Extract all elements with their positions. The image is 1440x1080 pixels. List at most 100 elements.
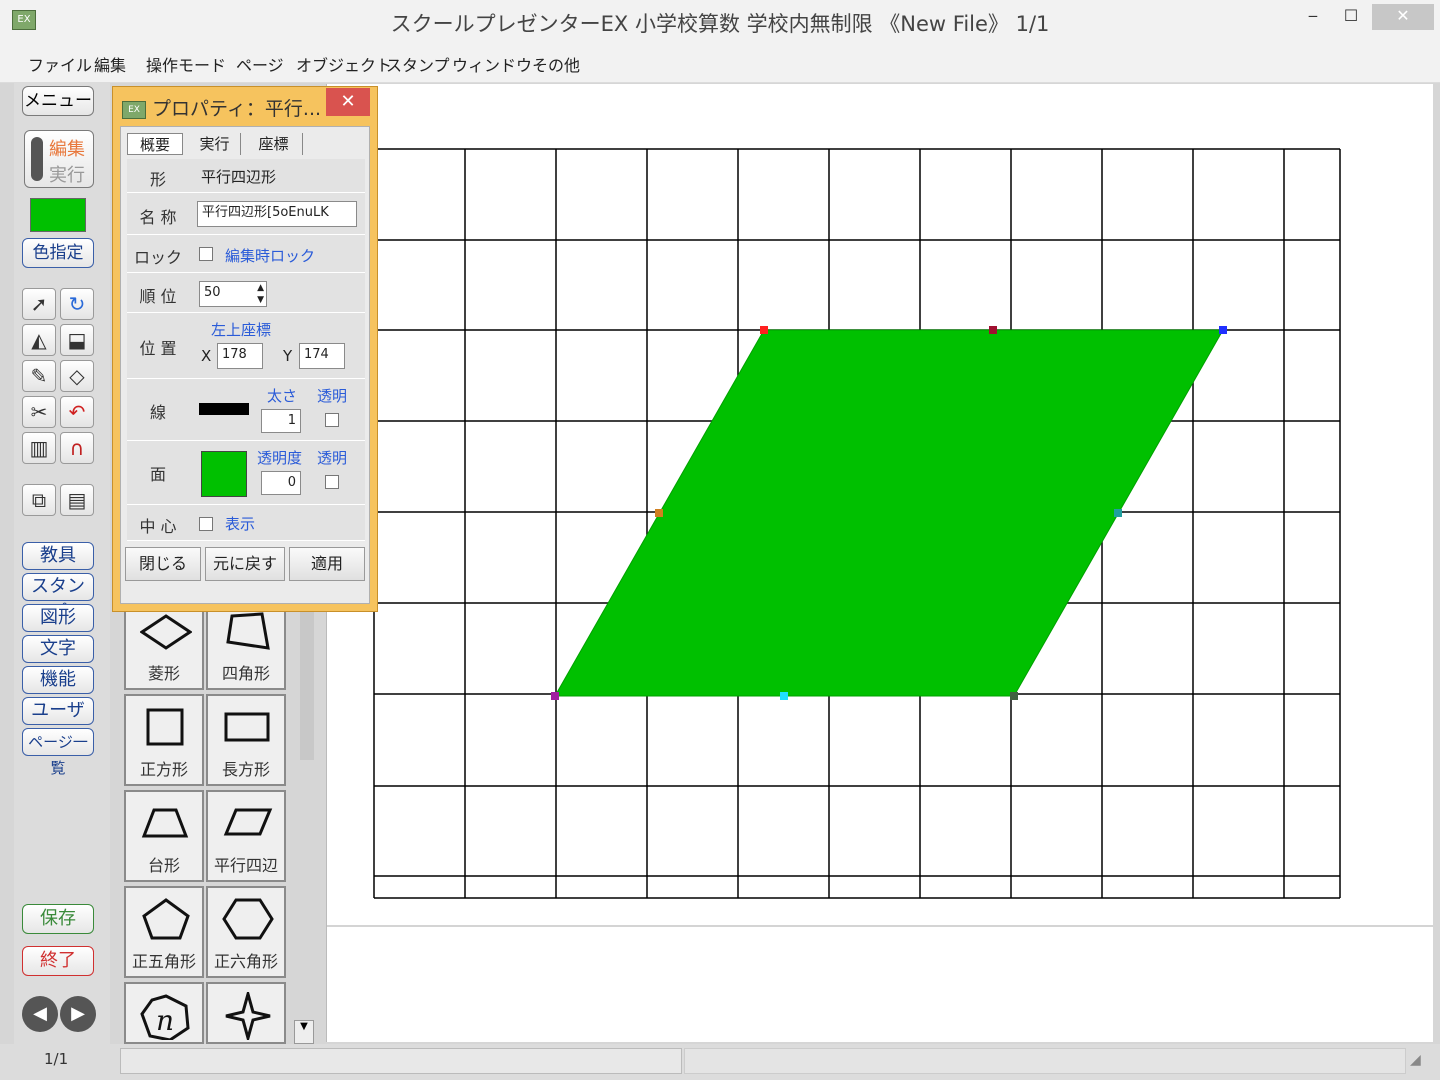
handle-top-mid[interactable]	[989, 326, 997, 334]
svg-text:n: n	[156, 1004, 174, 1037]
dialog-title-text: プロパティ：平行...	[152, 98, 322, 120]
tab-run[interactable]: 実行	[189, 133, 241, 155]
line-label: 線	[149, 403, 166, 422]
minimize-button[interactable]: ‒	[1296, 4, 1330, 30]
quadrilateral-icon	[226, 612, 270, 650]
category-user[interactable]: ユーザー	[22, 697, 94, 747]
category-shapes[interactable]: 図形	[22, 604, 94, 632]
x-input[interactable]: 178	[217, 343, 263, 369]
shape-star[interactable]	[206, 982, 286, 1044]
menu-page[interactable]: ページ	[236, 52, 284, 76]
row-line: 線 太さ 1 透明	[127, 379, 365, 441]
prev-page-icon[interactable]: ◀	[22, 996, 58, 1032]
shape-rectangle[interactable]: 長方形	[206, 694, 286, 786]
apply-button[interactable]: 適用	[289, 547, 365, 581]
layer-icon[interactable]: ⧉	[22, 484, 56, 516]
handle-top-right[interactable]	[1219, 326, 1227, 334]
menu-file[interactable]: ファイル	[28, 52, 92, 76]
tab-coordinates[interactable]: 座標	[245, 133, 303, 155]
shape-parallelogram[interactable]: 平行四辺	[206, 790, 286, 882]
trapezoid-icon	[141, 808, 189, 838]
y-input[interactable]: 174	[299, 343, 345, 369]
line-transparent-checkbox[interactable]	[325, 413, 339, 427]
handle-bottom-mid[interactable]	[780, 692, 788, 700]
category-text[interactable]: 文字	[22, 635, 94, 663]
menu-edit[interactable]: 編集	[94, 52, 126, 76]
menu-object[interactable]: オブジェクト	[296, 52, 392, 76]
rectangle-icon	[224, 712, 270, 742]
star-icon	[225, 992, 271, 1040]
flip-vertical-icon[interactable]: ⬓	[60, 324, 94, 356]
mode-edit-label: 編集	[49, 139, 85, 160]
lock-checkbox[interactable]	[199, 247, 213, 261]
row-name: 名 称 平行四辺形[5oEnuLK	[127, 193, 365, 235]
lock-option-label: 編集時ロック	[225, 247, 316, 265]
maximize-button[interactable]: ☐	[1334, 4, 1368, 30]
handle-left-mid[interactable]	[655, 509, 663, 517]
fill-label: 面	[149, 465, 166, 484]
resize-grip-icon[interactable]: ◢	[1410, 1052, 1421, 1068]
hexagon-icon	[222, 898, 274, 940]
rotate-icon[interactable]: ↻	[60, 288, 94, 320]
tools-icon[interactable]: ✂	[22, 396, 56, 428]
horizontal-scrollbar[interactable]	[120, 1048, 682, 1074]
category-page-list[interactable]: ページ一覧	[22, 728, 94, 777]
dialog-close-button[interactable]: 閉じる	[125, 547, 201, 581]
line-width-input[interactable]: 1	[261, 409, 301, 433]
next-page-icon[interactable]: ▶	[60, 996, 96, 1032]
handle-top-left[interactable]	[760, 326, 768, 334]
row-fill: 面 透明度 0 透明	[127, 441, 365, 505]
menu-other[interactable]: その他	[532, 52, 580, 76]
undo-button[interactable]: 元に戻す	[205, 547, 285, 581]
shape-label: 台形	[147, 856, 180, 875]
order-stepper[interactable]: 50 ▲ ▼	[199, 281, 267, 307]
shape-pentagon[interactable]: 正五角形	[124, 886, 204, 978]
fill-transparent-checkbox[interactable]	[325, 475, 339, 489]
shape-square[interactable]: 正方形	[124, 694, 204, 786]
shape-label: 正五角形	[131, 952, 196, 971]
menu-window[interactable]: ウィンドウ	[452, 52, 532, 76]
fill-color-swatch[interactable]	[201, 451, 247, 497]
handle-bottom-right[interactable]	[1010, 692, 1018, 700]
opacity-input[interactable]: 0	[261, 471, 301, 495]
mode-toggle[interactable]: 編集 実行	[24, 130, 94, 188]
shape-n-gon[interactable]: n	[124, 982, 204, 1044]
handle-bottom-left[interactable]	[551, 692, 559, 700]
shape-label: 長方形	[221, 760, 270, 779]
handle-right-mid[interactable]	[1114, 509, 1122, 517]
trash-icon[interactable]: ▥	[22, 432, 56, 464]
shape-hexagon[interactable]: 正六角形	[206, 886, 286, 978]
category-functions[interactable]: 機能	[22, 666, 94, 694]
flip-horizontal-icon[interactable]: ◭	[22, 324, 56, 356]
color-select-button[interactable]: 色指定	[22, 238, 94, 268]
close-window-button[interactable]: ✕	[1372, 4, 1434, 30]
category-teaching-tools[interactable]: 教具	[22, 542, 94, 570]
palette-scrollbar[interactable]	[300, 610, 314, 760]
table-icon[interactable]: ▤	[60, 484, 94, 516]
menu-operation-mode[interactable]: 操作モード	[146, 52, 226, 76]
line-transparent-label: 透明	[317, 387, 348, 405]
save-button[interactable]: 保存	[22, 904, 94, 934]
name-input[interactable]: 平行四辺形[5oEnuLK	[197, 201, 357, 227]
drawing-canvas[interactable]	[326, 84, 1433, 1042]
dialog-close-icon[interactable]: ✕	[326, 88, 370, 116]
parallelogram-icon	[223, 808, 273, 836]
center-checkbox[interactable]	[199, 517, 213, 531]
category-stamp[interactable]: スタンプ	[22, 573, 94, 623]
palette-scroll-down-icon[interactable]: ▼	[294, 1020, 314, 1044]
paint-bucket-icon[interactable]: ◇	[60, 360, 94, 392]
select-arrow-icon[interactable]: ➚	[22, 288, 56, 320]
shape-trapezoid[interactable]: 台形	[124, 790, 204, 882]
quit-button[interactable]: 終了	[22, 946, 94, 976]
pen-icon[interactable]: ✎	[22, 360, 56, 392]
menu-button[interactable]: メニュー	[22, 86, 94, 116]
opacity-label: 透明度	[257, 449, 303, 467]
magnet-icon[interactable]: ∩	[60, 432, 94, 464]
tab-overview[interactable]: 概要	[127, 133, 183, 155]
canvas-drawing	[327, 148, 1433, 927]
current-color-swatch[interactable]	[30, 198, 86, 232]
line-color-swatch[interactable]	[199, 403, 249, 415]
stepper-arrows-icon[interactable]: ▲ ▼	[257, 282, 264, 306]
menu-stamp[interactable]: スタンプ	[386, 52, 450, 76]
undo-icon[interactable]: ↶	[60, 396, 94, 428]
